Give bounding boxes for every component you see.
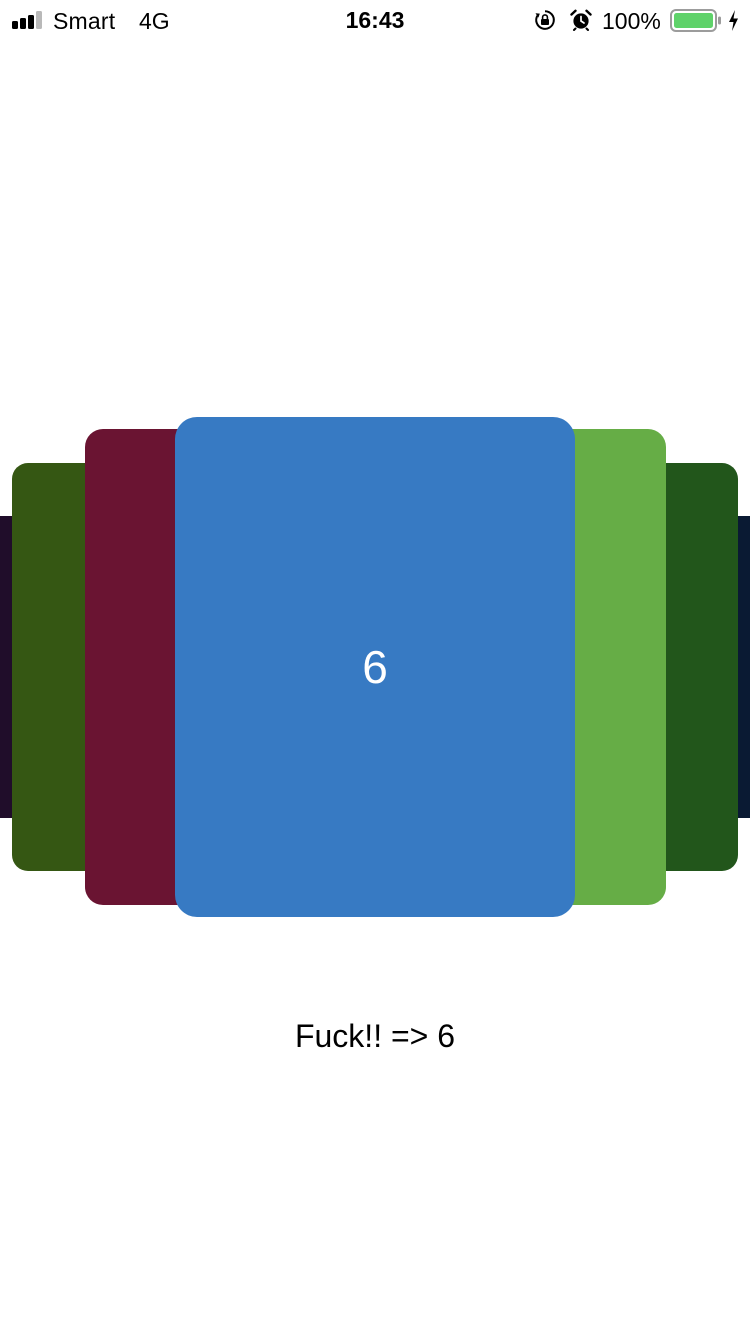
card-carousel[interactable]: 6 <box>0 0 750 1334</box>
carousel-card-active[interactable]: 6 <box>175 417 575 917</box>
screen: Smart 4G 16:43 100% 6 Fuck!! => 6 <box>0 0 750 1334</box>
active-card-number: 6 <box>362 641 388 693</box>
selected-index-caption: Fuck!! => 6 <box>294 1018 456 1054</box>
